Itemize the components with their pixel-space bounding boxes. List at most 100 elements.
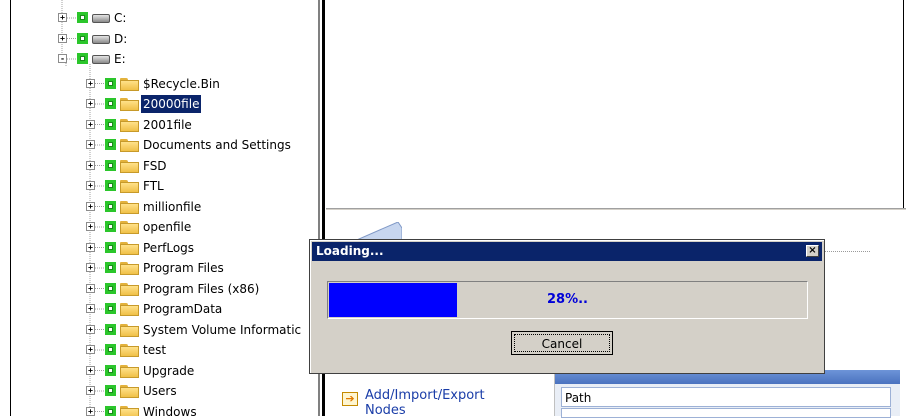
folder-icon [120, 241, 139, 255]
checkbox-icon[interactable] [105, 139, 116, 150]
expand-icon[interactable]: + [86, 222, 95, 231]
tree-folder-node[interactable]: + Windows [86, 403, 318, 417]
checkbox-icon[interactable] [77, 53, 88, 64]
folder-icon [120, 344, 139, 357]
tree-node-label[interactable]: ProgramData [141, 300, 224, 318]
tree-folder-node[interactable]: + $Recycle.Bin [86, 75, 318, 93]
tree-folder-node[interactable]: + test [86, 341, 318, 359]
tree-folder-node[interactable]: + openfile [86, 218, 318, 236]
drive-icon [92, 55, 110, 64]
tree-folder-node[interactable]: +2001file [86, 116, 318, 134]
expand-icon[interactable]: + [86, 140, 95, 149]
checkbox-icon[interactable] [105, 323, 116, 335]
tree-node-label[interactable]: Program Files [141, 259, 226, 277]
add-import-export-nodes-link[interactable]: Add/Import/Export Nodes [365, 388, 545, 418]
tree-node-label[interactable]: 20000file [139, 94, 203, 114]
checkbox-icon[interactable] [105, 159, 116, 171]
tree-folder-node[interactable]: + millionfile [86, 198, 318, 216]
tree-node-label[interactable]: Users [141, 382, 179, 400]
expand-icon[interactable]: + [86, 324, 95, 334]
tree-folder-node[interactable]: + Program Files (x86) [86, 280, 318, 298]
folder-icon [120, 364, 139, 378]
tree-folder-node[interactable]: + Documents and Settings [86, 136, 318, 154]
tree-folder-node[interactable]: + PerfLogs [86, 239, 318, 257]
checkbox-icon[interactable] [105, 241, 116, 253]
checkbox-icon[interactable] [77, 32, 88, 44]
expand-icon[interactable]: + [86, 160, 95, 170]
arrow-right-icon[interactable]: ➔ [342, 392, 358, 406]
tree-folder-node[interactable]: + System Volume Informatic [86, 321, 318, 339]
checkbox-icon[interactable] [105, 98, 116, 109]
tree-node-label[interactable]: $Recycle.Bin [141, 75, 222, 93]
tree-node-label[interactable]: Upgrade [141, 362, 196, 380]
expand-icon[interactable]: + [86, 201, 95, 211]
folder-icon [120, 221, 139, 234]
tree-folder-node[interactable]: + Program Files [86, 259, 318, 277]
tree-node-label[interactable]: FTL [141, 177, 166, 195]
tree-drive-node[interactable]: + C: [58, 9, 318, 27]
folder-icon [120, 262, 139, 275]
checkbox-icon[interactable] [105, 303, 116, 314]
checkbox-icon[interactable] [105, 282, 116, 294]
link-line-1[interactable]: Add/Import/Export [365, 388, 545, 403]
tree-node-label[interactable]: E: [112, 50, 128, 68]
checkbox-icon[interactable] [105, 118, 116, 130]
folder-icon [120, 405, 139, 416]
expand-icon[interactable]: + [86, 386, 95, 395]
tree-node-label[interactable]: millionfile [141, 198, 203, 216]
expand-icon[interactable]: + [86, 283, 95, 293]
drive-icon [92, 34, 110, 44]
cancel-button[interactable]: Cancel [511, 331, 613, 355]
tree-folder-node[interactable]: + FTL [86, 177, 318, 195]
expand-icon[interactable]: + [58, 33, 67, 43]
expand-icon[interactable]: + [86, 181, 95, 190]
tree-folder-node[interactable]: + FSD [86, 157, 318, 175]
dialog-titlebar[interactable]: Loading... × [312, 242, 822, 261]
checkbox-icon[interactable] [105, 405, 116, 416]
lower-panel: ➔ Add/Import/Export Nodes Path [334, 370, 900, 418]
drive-icon [92, 14, 110, 23]
expand-icon[interactable]: + [86, 304, 95, 313]
collapse-icon[interactable]: - [58, 54, 67, 63]
checkbox-icon[interactable] [105, 221, 116, 232]
expand-icon[interactable]: + [86, 99, 95, 108]
tree-folder-node[interactable]: + ProgramData [86, 300, 318, 318]
close-icon[interactable]: × [806, 245, 819, 257]
tree-drive-node[interactable]: - E: [58, 50, 318, 68]
checkbox-icon[interactable] [77, 12, 88, 23]
tree-node-label[interactable]: FSD [141, 157, 169, 175]
tree-node-label[interactable]: Windows [141, 403, 199, 417]
checkbox-icon[interactable] [105, 180, 116, 191]
expand-icon[interactable]: + [86, 365, 95, 375]
tree-node-label[interactable]: PerfLogs [141, 239, 196, 257]
expand-icon[interactable]: + [86, 119, 95, 129]
tree-node-label[interactable]: System Volume Informatic [141, 321, 303, 339]
checkbox-icon[interactable] [105, 385, 116, 396]
expand-icon[interactable]: + [86, 263, 95, 272]
checkbox-icon[interactable] [105, 364, 116, 376]
checkbox-icon[interactable] [105, 344, 116, 355]
path-cell[interactable]: Path [561, 387, 891, 407]
checkbox-icon[interactable] [105, 200, 116, 212]
tree-node-label[interactable]: D: [112, 30, 129, 48]
tree-folder-node[interactable]: + Users [86, 382, 318, 400]
grid-cell[interactable] [561, 408, 891, 418]
tree-folder-node[interactable]: +20000file [86, 94, 318, 114]
tree-drive-node[interactable]: + D: [58, 30, 318, 48]
window-frame: + C: + D: - E: + $Recycle.Bin +20000file +2001fil… [0, 0, 906, 418]
tree-node-label[interactable]: openfile [141, 218, 193, 236]
property-grid: Path [554, 370, 900, 418]
expand-icon[interactable]: + [86, 406, 95, 416]
checkbox-icon[interactable] [105, 77, 116, 89]
checkbox-icon[interactable] [105, 262, 116, 273]
tree-node-label[interactable]: test [141, 341, 168, 359]
expand-icon[interactable]: + [86, 78, 95, 88]
expand-icon[interactable]: + [86, 242, 95, 252]
expand-icon[interactable]: + [86, 345, 95, 354]
tree-node-label[interactable]: Program Files (x86) [141, 280, 261, 298]
tree-node-label[interactable]: Documents and Settings [141, 136, 293, 154]
expand-icon[interactable]: + [58, 13, 67, 22]
tree-folder-node[interactable]: + Upgrade [86, 362, 318, 380]
tree-node-label[interactable]: C: [112, 9, 128, 27]
tree-node-label[interactable]: 2001file [141, 116, 194, 134]
